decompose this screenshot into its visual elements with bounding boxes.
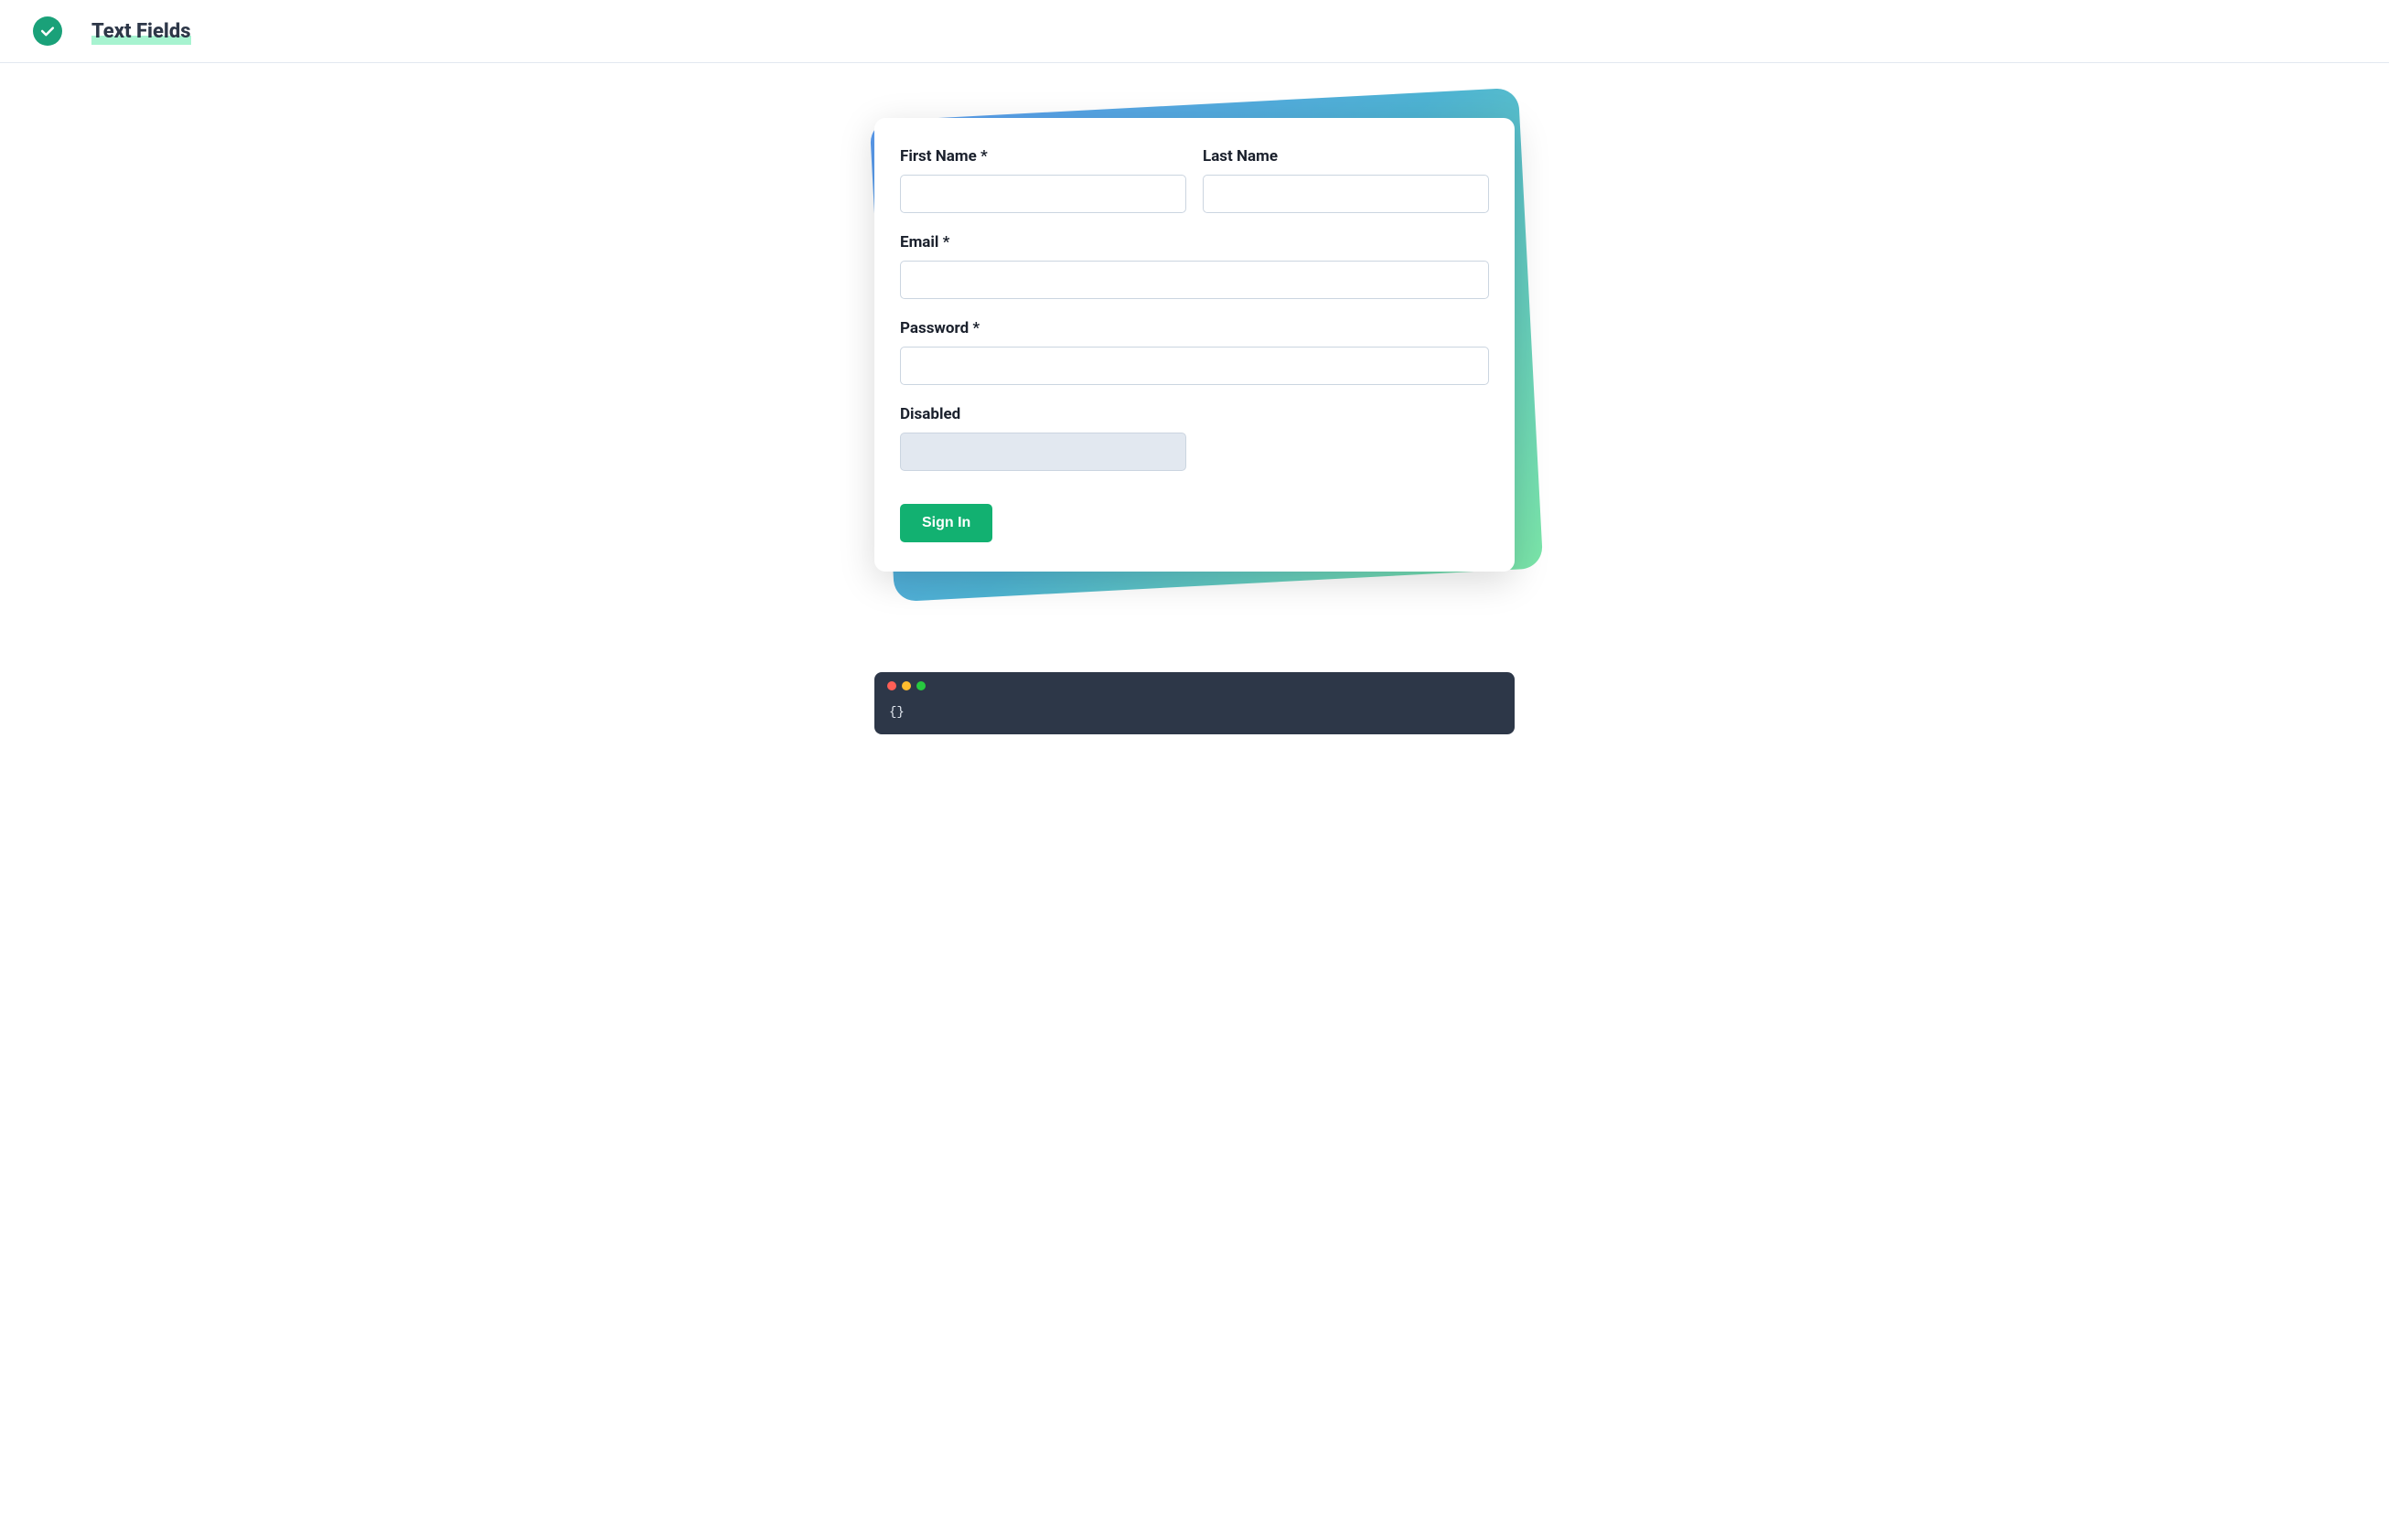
disabled-label: Disabled	[900, 405, 1186, 423]
main-container: First Name * Last Name Email * Password …	[874, 118, 1515, 572]
password-label: Password *	[900, 319, 1489, 337]
form-group-disabled: Disabled	[900, 405, 1186, 471]
page-header: Text Fields	[0, 0, 2389, 63]
page-title: Text Fields	[91, 20, 191, 43]
password-input[interactable]	[900, 347, 1489, 385]
form-row-password: Password *	[900, 319, 1489, 385]
email-input[interactable]	[900, 261, 1489, 299]
window-maximize-dot-icon	[916, 681, 926, 690]
form-row-email: Email *	[900, 233, 1489, 299]
form-row-disabled: Disabled	[900, 405, 1489, 471]
code-window-controls	[874, 672, 1515, 700]
form-group-email: Email *	[900, 233, 1489, 299]
form-group-password: Password *	[900, 319, 1489, 385]
check-icon	[38, 22, 57, 40]
form-group-first-name: First Name *	[900, 147, 1186, 213]
form-row-names: First Name * Last Name	[900, 147, 1489, 213]
last-name-label: Last Name	[1203, 147, 1489, 166]
disabled-input	[900, 433, 1186, 471]
check-circle-icon	[33, 16, 62, 46]
window-minimize-dot-icon	[902, 681, 911, 690]
form-group-last-name: Last Name	[1203, 147, 1489, 213]
window-close-dot-icon	[887, 681, 896, 690]
code-output-block: {}	[874, 672, 1515, 734]
code-content: {}	[874, 700, 1515, 734]
last-name-input[interactable]	[1203, 175, 1489, 213]
first-name-input[interactable]	[900, 175, 1186, 213]
card-wrapper: First Name * Last Name Email * Password …	[874, 118, 1515, 572]
form-card: First Name * Last Name Email * Password …	[874, 118, 1515, 572]
email-label: Email *	[900, 233, 1489, 251]
sign-in-button[interactable]: Sign In	[900, 504, 992, 542]
first-name-label: First Name *	[900, 147, 1186, 166]
